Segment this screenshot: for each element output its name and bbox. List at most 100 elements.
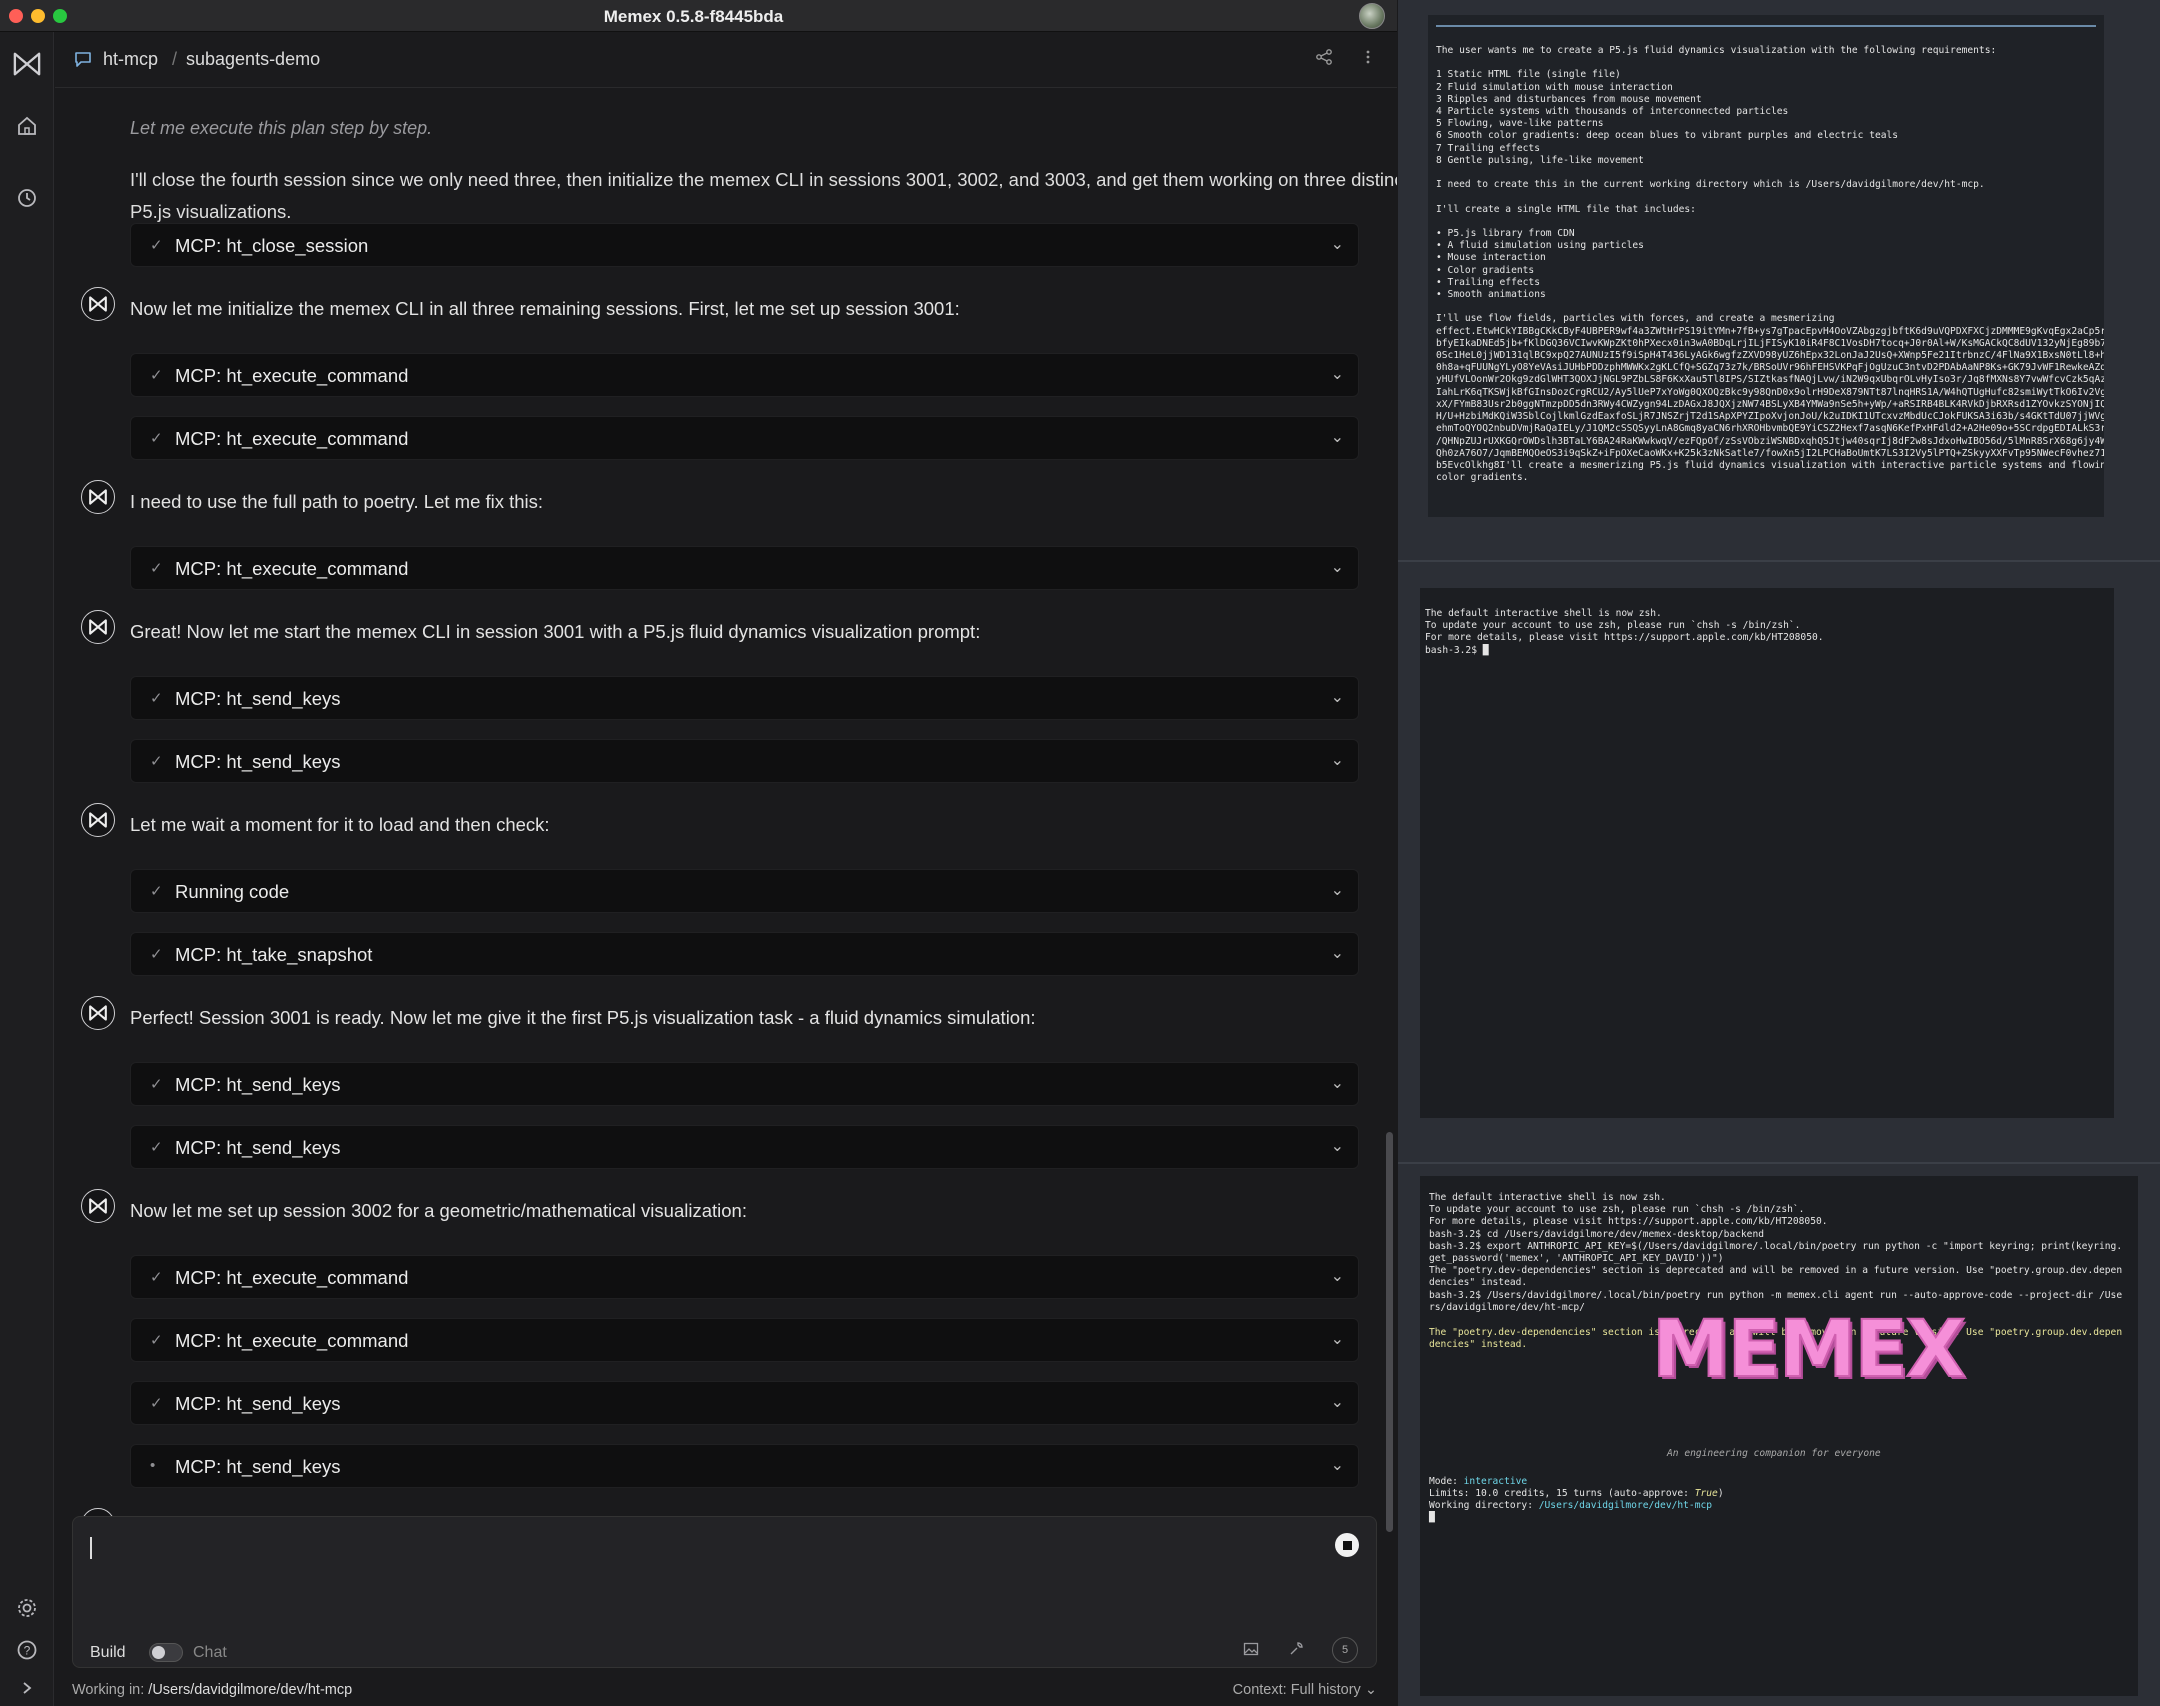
mode-build-label[interactable]: Build bbox=[90, 1644, 126, 1662]
breadcrumb-project[interactable]: ht-mcp bbox=[103, 49, 158, 70]
terminal-line: • Smooth animations bbox=[1436, 289, 1546, 301]
terminal-line: For more details, please visit https://s… bbox=[1429, 1216, 1828, 1228]
chevron-down-icon[interactable]: ⌄ bbox=[1331, 880, 1344, 900]
chevron-down-icon[interactable]: ⌄ bbox=[1331, 427, 1344, 447]
check-icon: ✓ bbox=[150, 1269, 163, 1286]
breadcrumb-session[interactable]: subagents-demo bbox=[186, 49, 320, 70]
settings-gear-icon[interactable] bbox=[13, 1594, 41, 1622]
chevron-down-icon[interactable]: ⌄ bbox=[1331, 1136, 1344, 1156]
tools-wrench-icon[interactable] bbox=[1288, 1641, 1304, 1662]
terminal-line: 3 Ripples and disturbances from mouse mo… bbox=[1436, 93, 1702, 105]
working-directory-line: Working directory: /Users/davidgilmore/d… bbox=[1429, 1500, 1713, 1511]
tool-call-row[interactable]: ✓ MCP: ht_execute_command ⌄ bbox=[130, 546, 1359, 590]
chevron-down-icon[interactable]: ⌄ bbox=[1331, 687, 1344, 707]
tool-call-row[interactable]: ✓ MCP: ht_take_snapshot ⌄ bbox=[130, 932, 1359, 976]
terminal-line: color gradients. bbox=[1436, 472, 1529, 484]
terminal-line: bash-3.2$ /Users/davidgilmore/.local/bin… bbox=[1429, 1289, 2123, 1301]
terminal-line: 2 Fluid simulation with mouse interactio… bbox=[1436, 81, 1673, 93]
terminal-line: • Trailing effects bbox=[1436, 276, 1540, 288]
chevron-down-icon[interactable]: ⌄ bbox=[1331, 234, 1344, 254]
image-attach-icon[interactable] bbox=[1243, 1641, 1259, 1662]
terminal-line: dencies" instead. bbox=[1429, 1277, 1528, 1289]
chevron-down-icon[interactable]: ⌄ bbox=[1331, 1329, 1344, 1349]
chevron-down-icon[interactable]: ⌄ bbox=[1331, 364, 1344, 384]
terminal-line: To update your account to use zsh, pleas… bbox=[1429, 1204, 1805, 1216]
terminal-line: • P5.js library from CDN bbox=[1436, 228, 1575, 240]
terminal-line: bfyEIkaDNEd5jb+fKlDGQ36VCIwvKWpZKt0hPXec… bbox=[1436, 337, 2104, 349]
terminal-line: • Color gradients bbox=[1436, 264, 1535, 276]
tool-call-row[interactable]: ✓ MCP: ht_execute_command ⌄ bbox=[130, 1318, 1359, 1362]
terminal-3-output: The default interactive shell is now zsh… bbox=[1429, 1192, 2122, 1314]
left-icon-bar: ? bbox=[0, 32, 54, 1706]
build-chat-toggle[interactable] bbox=[149, 1643, 183, 1662]
check-icon: ✓ bbox=[150, 1076, 163, 1093]
assistant-avatar-icon bbox=[81, 287, 115, 321]
tool-call-row[interactable]: ✓ MCP: ht_send_keys ⌄ bbox=[130, 739, 1359, 783]
terminal-line: The "poetry.dev-dependencies" section is… bbox=[1429, 1265, 2123, 1277]
terminal-line: 4 Particle systems with thousands of int… bbox=[1436, 106, 1789, 118]
assistant-avatar-icon bbox=[81, 996, 115, 1030]
tool-call-row[interactable]: ✓ MCP: ht_close_session ⌄ bbox=[130, 223, 1359, 267]
chevron-down-icon[interactable]: ⌄ bbox=[1331, 1266, 1344, 1286]
terminal-line: get_password('memex', 'ANTHROPIC_API_KEY… bbox=[1429, 1253, 1724, 1265]
tool-call-row[interactable]: ✓ MCP: ht_execute_command ⌄ bbox=[130, 353, 1359, 397]
tool-call-row[interactable]: ✓ MCP: ht_send_keys ⌄ bbox=[130, 1062, 1359, 1106]
help-icon[interactable]: ? bbox=[13, 1636, 41, 1664]
terminal-line: Qh0zA76O7/JqmBEMQOeOS3i9qSkZ+iFpOXeCaoWK… bbox=[1436, 447, 2104, 459]
chevron-down-icon[interactable]: ⌄ bbox=[1331, 750, 1344, 770]
tool-call-row[interactable]: ✓ MCP: ht_execute_command ⌄ bbox=[130, 416, 1359, 460]
assistant-avatar-icon bbox=[81, 1189, 115, 1223]
tool-call-row[interactable]: ✓ MCP: ht_execute_command ⌄ bbox=[130, 1255, 1359, 1299]
chevron-down-icon[interactable]: ⌄ bbox=[1331, 1392, 1344, 1412]
terminal-session-3[interactable]: The default interactive shell is now zsh… bbox=[1420, 1176, 2138, 1696]
terminal-line: bash-3.2$ export ANTHROPIC_API_KEY=$(/Us… bbox=[1429, 1240, 2123, 1252]
more-options-icon[interactable] bbox=[1365, 48, 1371, 71]
check-icon: ✓ bbox=[150, 1332, 163, 1349]
assistant-message: Now let me initialize the memex CLI in a… bbox=[130, 298, 960, 319]
message-composer[interactable]: Build Chat 5 bbox=[72, 1516, 1377, 1668]
chevron-down-icon[interactable]: ⌄ bbox=[1331, 943, 1344, 963]
share-icon[interactable] bbox=[1315, 48, 1333, 71]
terminal-line: xX/FYmB83Usr2b0ggNTmzpDD5dn3RWy4CWZygn94… bbox=[1436, 398, 2104, 410]
tool-call-row[interactable]: ✓ MCP: ht_send_keys ⌄ bbox=[130, 1381, 1359, 1425]
chevron-down-icon[interactable]: ⌄ bbox=[1331, 1073, 1344, 1093]
tool-call-row-pending[interactable]: • MCP: ht_send_keys ⌄ bbox=[130, 1444, 1359, 1488]
terminal-line: The user wants me to create a P5.js flui… bbox=[1436, 45, 1997, 56]
terminal-session-1[interactable]: The user wants me to create a P5.js flui… bbox=[1428, 15, 2104, 517]
expand-sidebar-icon[interactable] bbox=[13, 1674, 41, 1702]
tool-call-row[interactable]: ✓ MCP: ht_send_keys ⌄ bbox=[130, 676, 1359, 720]
terminal-line: The default interactive shell is now zsh… bbox=[1429, 1192, 1666, 1203]
chevron-down-icon[interactable]: ⌄ bbox=[1331, 557, 1344, 577]
progress-line bbox=[1436, 25, 2096, 27]
check-icon: ✓ bbox=[150, 560, 163, 577]
assistant-avatar-icon bbox=[81, 803, 115, 837]
breadcrumb-separator: / bbox=[172, 49, 178, 69]
history-icon[interactable] bbox=[13, 184, 41, 212]
context-selector[interactable]: Context: Full history ⌄ bbox=[1233, 1682, 1377, 1698]
home-icon[interactable] bbox=[13, 112, 41, 140]
tool-call-row[interactable]: ✓ Running code ⌄ bbox=[130, 869, 1359, 913]
terminal-session-2[interactable]: The default interactive shell is now zsh… bbox=[1420, 588, 2114, 1118]
assistant-avatar-icon bbox=[81, 610, 115, 644]
mode-chat-label[interactable]: Chat bbox=[193, 1644, 227, 1662]
terminal-line: I'll use flow fields, particles with for… bbox=[1436, 313, 1835, 325]
memex-logo-icon[interactable] bbox=[13, 50, 41, 78]
stop-button[interactable] bbox=[1335, 1533, 1359, 1557]
check-icon: ✓ bbox=[150, 1139, 163, 1156]
terminal-line: 7 Trailing effects bbox=[1436, 142, 1540, 154]
context-usage-badge[interactable]: 5 bbox=[1332, 1637, 1358, 1663]
check-icon: ✓ bbox=[150, 430, 163, 447]
terminal-divider[interactable] bbox=[1398, 560, 2160, 562]
user-avatar[interactable] bbox=[1359, 3, 1385, 29]
working-directory-footer: Working in: /Users/davidgilmore/dev/ht-m… bbox=[72, 1682, 353, 1698]
check-icon: ✓ bbox=[150, 367, 163, 384]
terminal-panel: The user wants me to create a P5.js flui… bbox=[1398, 0, 2160, 1706]
chevron-down-icon[interactable]: ⌄ bbox=[1331, 1455, 1344, 1475]
terminal-line: 5 Flowing, wave-like patterns bbox=[1436, 118, 1604, 130]
pending-dot-icon: • bbox=[150, 1457, 156, 1474]
tool-call-row[interactable]: ✓ MCP: ht_send_keys ⌄ bbox=[130, 1125, 1359, 1169]
chat-scrollbar[interactable] bbox=[1386, 1132, 1393, 1532]
terminal-divider[interactable] bbox=[1398, 1162, 2160, 1164]
